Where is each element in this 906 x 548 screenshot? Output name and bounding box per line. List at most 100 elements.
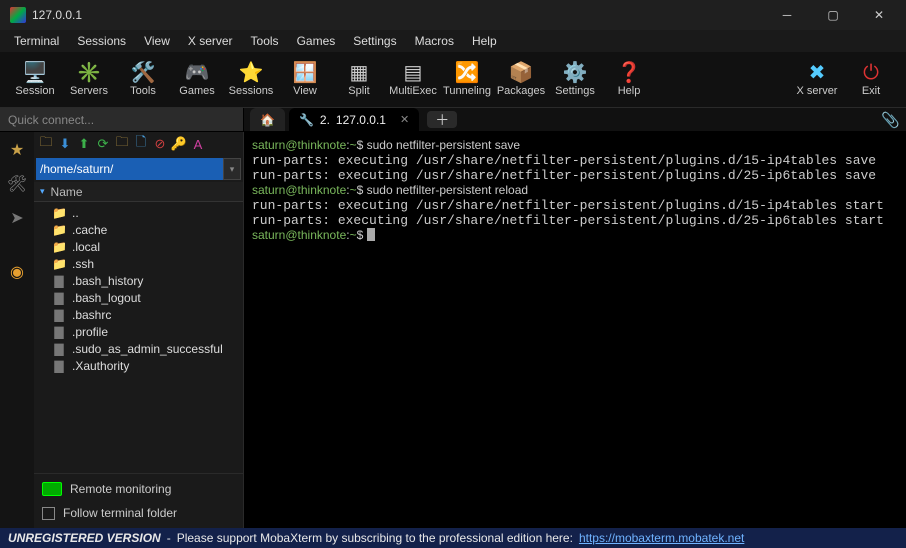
download-icon[interactable]: ⬇ [57,136,73,152]
settings-button[interactable]: ⚙️Settings [548,54,602,106]
new-tab-button[interactable]: ＋ [427,111,457,128]
app-icon [10,7,26,23]
sessions-button[interactable]: ⭐Sessions [224,54,278,106]
monitor-icon [42,482,62,496]
file-item[interactable]: ▇.bashrc [34,306,243,323]
packages-icon: 📦 [509,63,534,83]
tab-index: 2. [320,113,330,127]
file-item[interactable]: 📁 .cache [34,221,243,238]
multiexec-button[interactable]: ▤MultiExec [386,54,440,106]
menu-terminal[interactable]: Terminal [6,32,67,50]
menu-x-server[interactable]: X server [180,32,241,50]
menu-view[interactable]: View [136,32,178,50]
exit-icon: ⏻ [863,63,879,83]
tools-button[interactable]: 🛠️Tools [116,54,170,106]
xserver-icon: ✖ [809,63,826,83]
servers-button[interactable]: ✳️Servers [62,54,116,106]
terminal-output[interactable]: saturn@thinknote:~$ sudo netfilter-persi… [244,132,906,528]
file-icon: ▇ [52,342,66,356]
window-title: 127.0.0.1 [32,8,764,22]
file-item[interactable]: ▇.profile [34,323,243,340]
sftp-toolbar: 🗀 ⬇ ⬆ ⟳ 🗀 🗋 ⊘ 🔑 A [34,132,243,156]
file-name: .bash_history [72,274,143,288]
games-button[interactable]: 🎮Games [170,54,224,106]
file-item[interactable]: 📁 .ssh [34,255,243,272]
folder-icon: 📁 [52,223,66,237]
status-link[interactable]: https://mobaxterm.mobatek.net [579,531,744,545]
file-name: .local [72,240,100,254]
left-icon-strip: ★ 🛠 ➤ ◉ [0,132,34,528]
path-dropdown[interactable]: ▾ [223,158,241,180]
attachment-icon[interactable]: 📎 [881,111,900,129]
home-tab[interactable]: 🏠 [250,108,285,131]
file-name: .ssh [72,257,94,271]
file-icon: ▇ [52,308,66,322]
help-button[interactable]: ❓Help [602,54,656,106]
file-item[interactable]: ▇.Xauthority [34,357,243,374]
file-item[interactable]: ▇.sudo_as_admin_successful [34,340,243,357]
upload-icon[interactable]: ⬆ [76,136,92,152]
xserver-button[interactable]: ✖X server [790,54,844,106]
menu-games[interactable]: Games [289,32,344,50]
checkbox-icon [42,507,55,520]
main-toolbar: 🖥️Session✳️Servers🛠️Tools🎮Games⭐Sessions… [0,52,906,108]
file-item[interactable]: 📁.. [34,204,243,221]
terminal-tab[interactable]: 🔧 2. 127.0.0.1 ✕ [289,108,419,131]
wrench-icon: 🔧 [299,113,314,127]
status-message: Please support MobaXterm by subscribing … [177,531,573,545]
menu-tools[interactable]: Tools [243,32,287,50]
sidebar-footer: Remote monitoring Follow terminal folder [34,473,243,528]
folder-icon[interactable]: 🗀 [38,136,54,152]
key-icon[interactable]: 🔑 [171,136,187,152]
folder-icon: 📁 [52,240,66,254]
file-item[interactable]: 📁 .local [34,238,243,255]
tools-icon[interactable]: 🛠 [7,174,27,194]
newfolder-icon[interactable]: 🗀 [114,136,130,152]
quick-connect-input[interactable]: Quick connect... [0,108,244,131]
unregistered-label: UNREGISTERED VERSION [8,531,161,545]
session-button[interactable]: 🖥️Session [8,54,62,106]
title-bar: 127.0.0.1 ─ ▢ ✕ [0,0,906,30]
split-button[interactable]: ▦Split [332,54,386,106]
packages-button[interactable]: 📦Packages [494,54,548,106]
settings-icon: ⚙️ [563,63,588,83]
follow-terminal-checkbox[interactable]: Follow terminal folder [42,506,235,520]
remote-monitoring-button[interactable]: Remote monitoring [42,482,235,496]
minimize-button[interactable]: ─ [764,0,810,30]
menu-settings[interactable]: Settings [345,32,404,50]
file-name: .cache [72,223,107,237]
file-item[interactable]: ▇.bash_logout [34,289,243,306]
close-button[interactable]: ✕ [856,0,902,30]
view-button[interactable]: 🪟View [278,54,332,106]
path-bar: ▾ [36,158,241,180]
send-icon[interactable]: ➤ [10,208,23,228]
file-icon: ▇ [52,359,66,373]
games-icon: 🎮 [185,63,210,83]
text-icon[interactable]: A [190,136,206,152]
column-header[interactable]: ▾ Name [34,182,243,202]
tools-icon: 🛠️ [131,63,156,83]
maximize-button[interactable]: ▢ [810,0,856,30]
exit-button[interactable]: ⏻Exit [844,54,898,106]
tab-close-icon[interactable]: ✕ [400,113,409,126]
column-name: Name [51,185,83,199]
path-input[interactable] [36,158,223,180]
view-icon: 🪟 [293,63,318,83]
refresh-icon[interactable]: ⟳ [95,136,111,152]
file-item[interactable]: ▇.bash_history [34,272,243,289]
menu-help[interactable]: Help [464,32,505,50]
tab-row: Quick connect... 🏠 🔧 2. 127.0.0.1 ✕ ＋ 📎 [0,108,906,132]
file-icon: ▇ [52,325,66,339]
menu-sessions[interactable]: Sessions [69,32,134,50]
folder-icon: 📁 [52,206,66,220]
tab-label: 127.0.0.1 [336,113,386,127]
servers-icon: ✳️ [77,63,102,83]
newfile-icon[interactable]: 🗋 [133,136,149,152]
follow-terminal-label: Follow terminal folder [63,506,177,520]
sftp-icon[interactable]: ◉ [10,262,24,282]
menu-macros[interactable]: Macros [407,32,462,50]
tunneling-button[interactable]: 🔀Tunneling [440,54,494,106]
delete-icon[interactable]: ⊘ [152,136,168,152]
folder-icon: 📁 [52,257,66,271]
star-icon[interactable]: ★ [10,140,24,160]
